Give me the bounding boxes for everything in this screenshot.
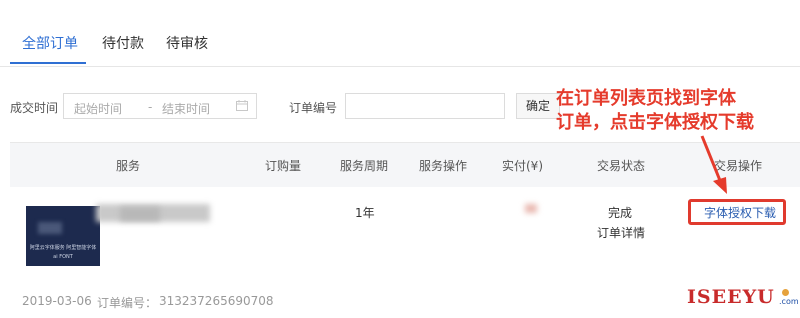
- annotation-arrow-icon: [700, 135, 727, 194]
- watermark-logo: ISEEYU: [687, 286, 775, 308]
- watermark-dot-icon: [782, 289, 789, 296]
- watermark-suffix: .com: [779, 297, 799, 306]
